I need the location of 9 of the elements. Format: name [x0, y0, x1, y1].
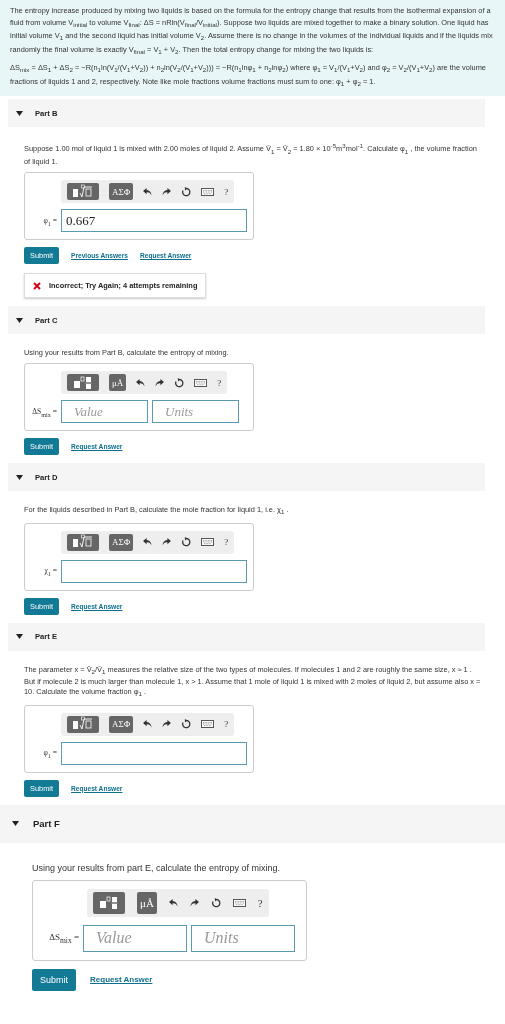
help-button[interactable]: ? — [224, 186, 229, 197]
answer-label: ΔS$_{mix}$ = — [48, 931, 79, 945]
help-button[interactable]: ? — [224, 719, 229, 730]
help-button[interactable]: ? — [257, 896, 263, 909]
help-button[interactable]: ? — [217, 377, 222, 388]
help-button[interactable]: ? — [224, 537, 229, 548]
answer-link[interactable]: Request Answer — [90, 975, 153, 985]
question-text: Using your results from part E, calculate the entropy of mixing. — [32, 862, 282, 874]
part-title: Part F — [33, 818, 60, 830]
